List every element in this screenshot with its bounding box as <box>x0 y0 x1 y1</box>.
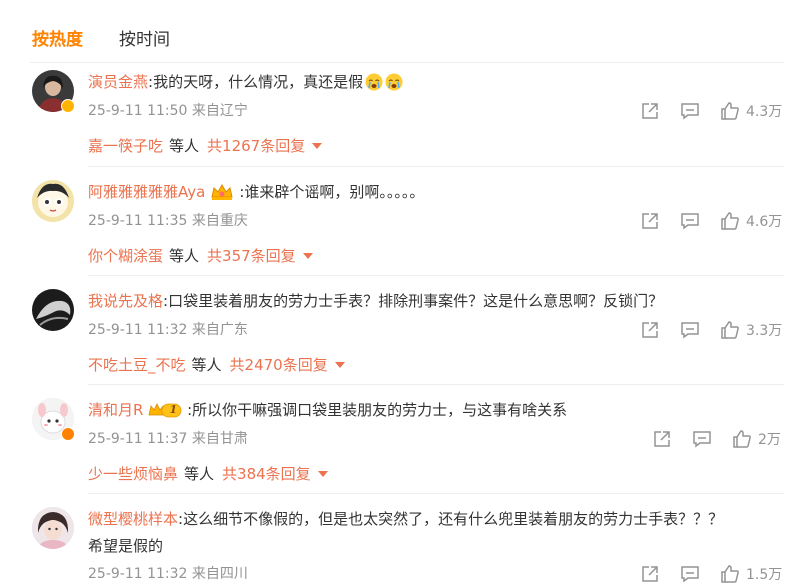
username[interactable]: 阿雅雅雅雅雅Aya <box>88 180 205 204</box>
comment-actions: 3.3万 <box>0 320 810 340</box>
avatar[interactable] <box>32 507 74 549</box>
username[interactable]: 演员金燕 <box>88 70 148 94</box>
comment-icon <box>681 322 699 339</box>
comment-actions: 4.6万 <box>0 211 810 231</box>
reply-summary[interactable]: 不吃土豆_不吃 等人 共2470条回复 <box>88 355 345 375</box>
like-button[interactable]: 2万 <box>732 429 781 449</box>
comment-line: 清和月R 1 :所以你干嘛强调口袋里装朋友的劳力士，与这事有啥关系 <box>88 398 567 422</box>
comment-text: :谁来辟个谣啊，别啊。。。。。 <box>239 183 425 201</box>
username[interactable]: 微型樱桃样本 <box>88 507 178 531</box>
reply-summary[interactable]: 少一些烦恼鼻 等人 共384条回复 <box>88 464 328 484</box>
vip-badge: 1 <box>148 398 190 422</box>
like-button[interactable]: 4.6万 <box>720 211 782 231</box>
share-icon <box>642 103 658 119</box>
like-count: 3.3万 <box>746 323 783 339</box>
like-button[interactable]: 3.3万 <box>720 320 782 340</box>
crying-face-icon <box>385 73 403 91</box>
like-count: 4.3万 <box>746 104 783 120</box>
tab-by-time[interactable]: 按时间 <box>119 28 170 52</box>
comment-button[interactable] <box>680 564 700 584</box>
like-button[interactable]: 1.5万 <box>720 564 782 584</box>
thumbs-up-icon <box>733 430 751 448</box>
comment-icon <box>681 213 699 230</box>
thumbs-up-icon <box>721 565 739 583</box>
comment-button[interactable] <box>680 101 700 121</box>
thumbs-up-icon <box>721 102 739 120</box>
like-button[interactable]: 4.3万 <box>720 101 782 121</box>
share-button[interactable] <box>640 564 660 584</box>
comment-text-continued: 希望是假的 <box>88 537 164 555</box>
username[interactable]: 清和月R <box>88 398 143 422</box>
reply-summary[interactable]: 嘉一筷子吃 等人 共1267条回复 <box>88 136 323 156</box>
comment-text: :所以你干嘛强调口袋里装朋友的劳力士，与这事有啥关系 <box>187 401 568 419</box>
comment-actions: 2万 <box>0 429 810 449</box>
comment-line: 我说先及格 :口袋里装着朋友的劳力士手表？排除刑事案件？这是什么意思啊？反锁门？ <box>88 289 663 313</box>
comment-button[interactable] <box>680 211 700 231</box>
share-icon <box>642 322 658 338</box>
comment-actions: 1.5万 <box>0 564 810 584</box>
reply-username[interactable]: 嘉一筷子吃 <box>88 136 163 156</box>
crying-face-icon <box>365 73 383 91</box>
reply-total-link[interactable]: 共384条回复 <box>222 464 311 484</box>
comment-line: 阿雅雅雅雅雅Aya :谁来辟个谣啊，别啊。。。。。 <box>88 180 424 204</box>
comment-actions: 4.3万 <box>0 101 810 121</box>
comment-divider <box>88 384 784 385</box>
share-icon <box>642 213 658 229</box>
reply-username[interactable]: 少一些烦恼鼻 <box>88 464 178 484</box>
thumbs-up-icon <box>721 321 739 339</box>
comment-text: :我的天呀，什么情况，真还是假 <box>148 73 364 91</box>
comment-line: 微型樱桃样本 :这么细节不像假的，但是也太突然了，还有什么兜里装着朋友的劳力士手… <box>88 507 723 531</box>
reply-total-link[interactable]: 共357条回复 <box>207 246 296 266</box>
reply-username[interactable]: 不吃土豆_不吃 <box>88 355 186 375</box>
comment-divider <box>88 493 784 494</box>
like-count: 4.6万 <box>746 214 783 230</box>
reply-etc-text: 等人 <box>169 137 200 155</box>
sort-tabs: 按热度 按时间 <box>32 28 170 52</box>
share-icon <box>654 431 670 447</box>
vip-level: 1 <box>169 403 178 416</box>
tabs-divider <box>30 62 784 63</box>
reply-summary[interactable]: 你个糊涂蛋 等人 共357条回复 <box>88 246 313 266</box>
like-count: 2万 <box>758 432 781 448</box>
like-count: 1.5万 <box>746 567 783 583</box>
tab-by-hot[interactable]: 按热度 <box>32 28 83 52</box>
chevron-down-icon <box>317 471 328 477</box>
share-icon <box>642 566 658 582</box>
reply-username[interactable]: 你个糊涂蛋 <box>88 246 163 266</box>
comment-divider <box>88 166 784 167</box>
comment-button[interactable] <box>692 429 712 449</box>
reply-etc-text: 等人 <box>191 356 222 374</box>
vip-crown-icon <box>148 403 182 418</box>
thumbs-up-icon <box>721 212 739 230</box>
share-button[interactable] <box>652 429 672 449</box>
comment-icon <box>681 103 699 120</box>
chevron-down-icon <box>312 143 323 149</box>
reply-etc-text: 等人 <box>169 247 200 265</box>
chevron-down-icon <box>302 253 313 259</box>
comment-icon <box>693 431 711 448</box>
comment-line: 演员金燕 :我的天呀，什么情况，真还是假 <box>88 70 403 94</box>
reply-etc-text: 等人 <box>184 465 215 483</box>
chevron-down-icon <box>334 362 345 368</box>
reply-total-link[interactable]: 共2470条回复 <box>230 355 328 375</box>
comment-text: :这么细节不像假的，但是也太突然了，还有什么兜里装着朋友的劳力士手表？？？ <box>178 510 724 528</box>
share-button[interactable] <box>640 320 660 340</box>
comment-button[interactable] <box>680 320 700 340</box>
reply-total-link[interactable]: 共1267条回复 <box>207 136 305 156</box>
username[interactable]: 我说先及格 <box>88 289 163 313</box>
crown-icon <box>211 183 233 200</box>
comment-icon <box>681 566 699 583</box>
share-button[interactable] <box>640 101 660 121</box>
comment-divider <box>88 275 784 276</box>
share-button[interactable] <box>640 211 660 231</box>
comment-text: :口袋里装着朋友的劳力士手表？排除刑事案件？这是什么意思啊？反锁门？ <box>163 292 664 310</box>
